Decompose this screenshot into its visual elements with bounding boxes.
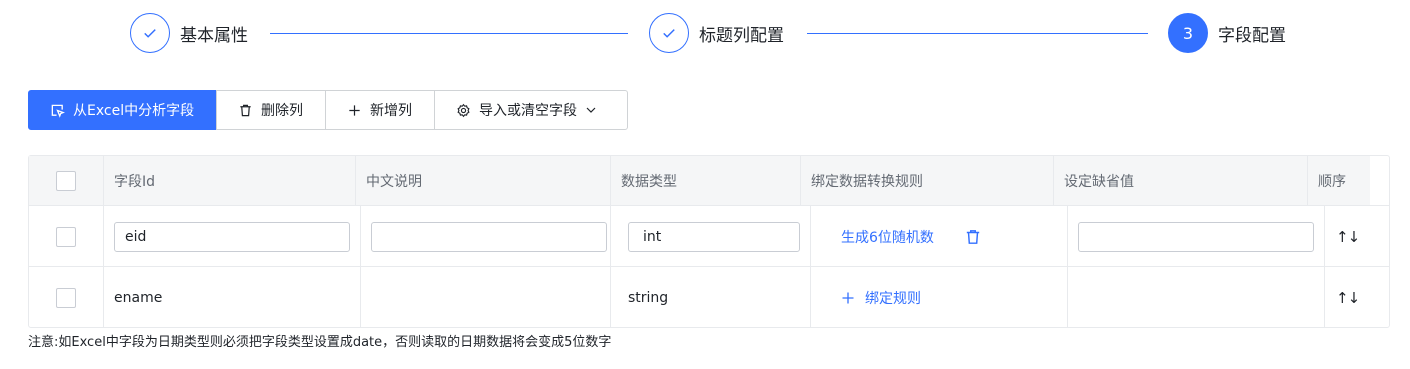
step-basic-attributes[interactable]: 基本属性 <box>130 13 248 53</box>
chevron-down-icon <box>585 104 597 116</box>
sort-arrows-icon[interactable]: ↑↓ <box>1336 289 1360 307</box>
step-connector <box>807 33 1148 34</box>
bind-rule-button[interactable]: 绑定规则 <box>841 288 921 308</box>
gear-icon <box>455 102 471 118</box>
bind-rule-label: 绑定规则 <box>865 290 921 307</box>
import-clear-dropdown[interactable]: 导入或清空字段 <box>434 90 628 130</box>
row-select-cell <box>29 267 104 328</box>
analyze-excel-label: 从Excel中分析字段 <box>73 103 195 119</box>
toolbar: 从Excel中分析字段 删除列 新增列 导入或清空字段 <box>28 90 628 130</box>
bind-rule-cell: 生成6位随机数 <box>811 206 1068 267</box>
header-bind-rule: 绑定数据转换规则 <box>801 156 1054 206</box>
field-id-text: ename <box>114 289 163 306</box>
trash-icon <box>237 102 253 118</box>
add-column-label: 新增列 <box>370 103 412 119</box>
date-type-note: 注意:如Excel中字段为日期类型则必须把字段类型设置成date，否则读取的日期… <box>28 335 612 350</box>
data-type-cell <box>611 206 811 267</box>
step-label: 基本属性 <box>180 25 248 46</box>
description-input[interactable] <box>371 221 607 252</box>
fields-table: 字段Id 中文说明 数据类型 绑定数据转换规则 设定缺省值 顺序 生成6位随机数 <box>28 155 1390 328</box>
check-icon <box>649 13 689 53</box>
add-column-button[interactable]: 新增列 <box>325 90 435 130</box>
select-all-checkbox[interactable] <box>56 171 76 191</box>
step-title-column-config[interactable]: 标题列配置 <box>649 13 784 53</box>
step-number: 3 <box>1168 13 1208 53</box>
default-value-cell <box>1068 206 1325 267</box>
table-header: 字段Id 中文说明 数据类型 绑定数据转换规则 设定缺省值 顺序 <box>29 156 1370 206</box>
bind-rule-link[interactable]: 生成6位随机数 <box>841 227 934 247</box>
field-id-input[interactable] <box>114 221 350 252</box>
description-cell <box>361 267 611 328</box>
description-cell <box>361 206 611 267</box>
header-order: 顺序 <box>1318 174 1346 190</box>
default-value-input[interactable] <box>1078 221 1314 252</box>
delete-column-button[interactable]: 删除列 <box>216 90 326 130</box>
analyze-excel-button[interactable]: 从Excel中分析字段 <box>28 90 217 130</box>
row-checkbox[interactable] <box>56 226 76 247</box>
delete-column-label: 删除列 <box>261 103 303 119</box>
order-cell: ↑↓ <box>1325 206 1389 267</box>
header-field-id: 字段Id <box>104 156 356 206</box>
steps-bar: 基本属性 标题列配置 3 字段配置 <box>130 13 1300 55</box>
step-field-config[interactable]: 3 字段配置 <box>1168 13 1286 53</box>
data-type-text: string <box>628 289 669 306</box>
step-label: 字段配置 <box>1218 25 1286 46</box>
bind-rule-cell: 绑定规则 <box>811 267 1068 328</box>
step-connector <box>270 33 628 34</box>
trash-icon[interactable] <box>964 228 982 246</box>
row-select-cell <box>29 206 104 267</box>
row-checkbox[interactable] <box>56 287 76 308</box>
order-cell: ↑↓ <box>1325 267 1389 328</box>
data-type-input[interactable] <box>628 221 800 252</box>
select-cursor-icon <box>49 102 65 118</box>
import-clear-label: 导入或清空字段 <box>479 103 577 119</box>
field-id-cell <box>104 206 361 267</box>
check-icon <box>130 13 170 53</box>
step-label: 标题列配置 <box>699 25 784 46</box>
header-select-all <box>29 156 104 206</box>
data-type-cell: string <box>611 267 811 328</box>
table-row: 生成6位随机数 ↑↓ <box>29 205 1389 267</box>
table-row: ename string 绑定规则 ↑↓ <box>29 266 1389 328</box>
default-value-cell <box>1068 267 1325 328</box>
plus-icon <box>841 291 855 305</box>
sort-arrows-icon[interactable]: ↑↓ <box>1336 228 1360 246</box>
header-description: 中文说明 <box>356 156 611 206</box>
header-data-type: 数据类型 <box>611 156 801 206</box>
header-default-value: 设定缺省值 <box>1054 156 1308 206</box>
plus-icon <box>346 102 362 118</box>
field-id-cell: ename <box>104 267 361 328</box>
